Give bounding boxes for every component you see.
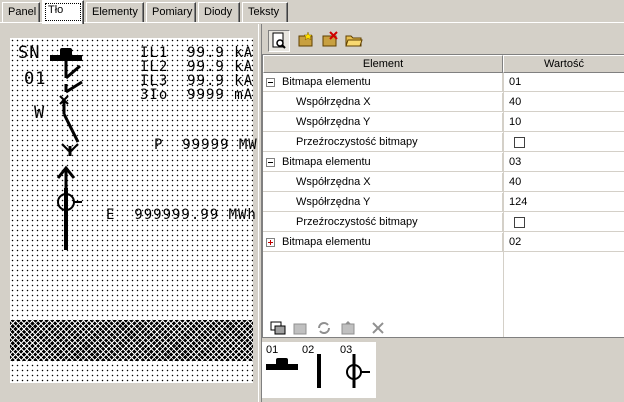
properties-grid: Element Wartość Bitmapa elementu 01 Wspó…: [262, 54, 624, 338]
grid-row[interactable]: Współrzędna X 40: [263, 93, 624, 112]
open-folder-icon[interactable]: [344, 30, 366, 52]
row-label: Współrzędna X: [296, 176, 371, 188]
transparency-checkbox[interactable]: [514, 137, 525, 148]
tab-diody[interactable]: Diody: [198, 2, 240, 22]
grid-row[interactable]: Przeźroczystość bitmapy: [263, 133, 624, 152]
grid-row[interactable]: Bitmapa elementu 03: [263, 153, 624, 172]
column-header-element[interactable]: Element: [263, 55, 503, 73]
row-label: Bitmapa elementu: [282, 76, 371, 88]
row-value[interactable]: 02: [504, 233, 624, 252]
new-item-icon[interactable]: [296, 30, 318, 52]
tab-tlo[interactable]: Tło: [42, 0, 84, 24]
tab-pomiary[interactable]: Pomiary: [146, 2, 196, 22]
row-value[interactable]: [504, 213, 624, 232]
transparency-checkbox[interactable]: [514, 217, 525, 228]
expand-icon[interactable]: [266, 238, 275, 247]
bitmap-library: 01 02 03: [262, 342, 376, 398]
collapse-icon[interactable]: [266, 78, 275, 87]
refresh-bitmap-icon[interactable]: [314, 318, 336, 340]
row-value[interactable]: [504, 133, 624, 152]
row-label: Współrzędna Y: [296, 196, 371, 208]
row-value[interactable]: 03: [504, 153, 624, 172]
grid-row[interactable]: Przeźroczystość bitmapy: [263, 213, 624, 232]
delete-item-icon[interactable]: [320, 30, 342, 52]
row-label: Współrzędna X: [296, 96, 371, 108]
grid-row[interactable]: Bitmapa elementu 01: [263, 73, 624, 92]
row-label: Przeźroczystość bitmapy: [296, 216, 418, 228]
close-icon[interactable]: [368, 318, 390, 340]
tab-panel[interactable]: Panel: [2, 2, 40, 22]
grid-row[interactable]: Współrzędna X 40: [263, 173, 624, 192]
row-label: Bitmapa elementu: [282, 236, 371, 248]
bitmap-toolbar: [264, 318, 622, 340]
hatch-pattern-area: [10, 320, 253, 361]
row-value[interactable]: 10: [504, 113, 624, 132]
tab-bar: Panel Tło Elementy Pomiary Diody Teksty: [0, 0, 624, 24]
row-label: Przeźroczystość bitmapy: [296, 136, 418, 148]
column-header-value[interactable]: Wartość: [503, 55, 624, 73]
properties-toolbar: [264, 30, 622, 52]
row-value[interactable]: 40: [504, 173, 624, 192]
edit-bitmap-icon[interactable]: [290, 318, 312, 340]
busbar-bitmap-icon[interactable]: [266, 356, 298, 378]
preview-panel: SN 01 W IL1 99.9 kA IL2 99.9 kA IL3 99.9…: [0, 24, 258, 402]
bitmap-label: 01: [266, 344, 279, 356]
tab-teksty[interactable]: Teksty: [242, 2, 288, 22]
import-bitmap-icon[interactable]: [338, 318, 360, 340]
transformer-bitmap-icon[interactable]: [344, 354, 374, 388]
collapse-icon[interactable]: [266, 158, 275, 167]
row-label: Współrzędna Y: [296, 116, 371, 128]
grid-row[interactable]: Współrzędna Y 10: [263, 113, 624, 132]
tab-divider: [0, 22, 624, 23]
switchgear-diagram-icon: [50, 48, 83, 250]
grid-row[interactable]: Bitmapa elementu 02: [263, 233, 624, 252]
row-value[interactable]: 01: [504, 73, 624, 92]
properties-panel: Element Wartość Bitmapa elementu 01 Wspó…: [262, 24, 624, 402]
grid-row[interactable]: Współrzędna Y 124: [263, 193, 624, 212]
add-bitmap-icon[interactable]: [268, 318, 290, 340]
tab-elementy[interactable]: Elementy: [86, 2, 144, 22]
bitmap-label: 02: [302, 344, 315, 356]
grid-header: Element Wartość: [263, 55, 624, 73]
line-bitmap-icon[interactable]: [316, 354, 322, 388]
row-label: Bitmapa elementu: [282, 156, 371, 168]
row-value[interactable]: 124: [504, 193, 624, 212]
preview-page-icon[interactable]: [268, 30, 290, 52]
row-value[interactable]: 40: [504, 93, 624, 112]
